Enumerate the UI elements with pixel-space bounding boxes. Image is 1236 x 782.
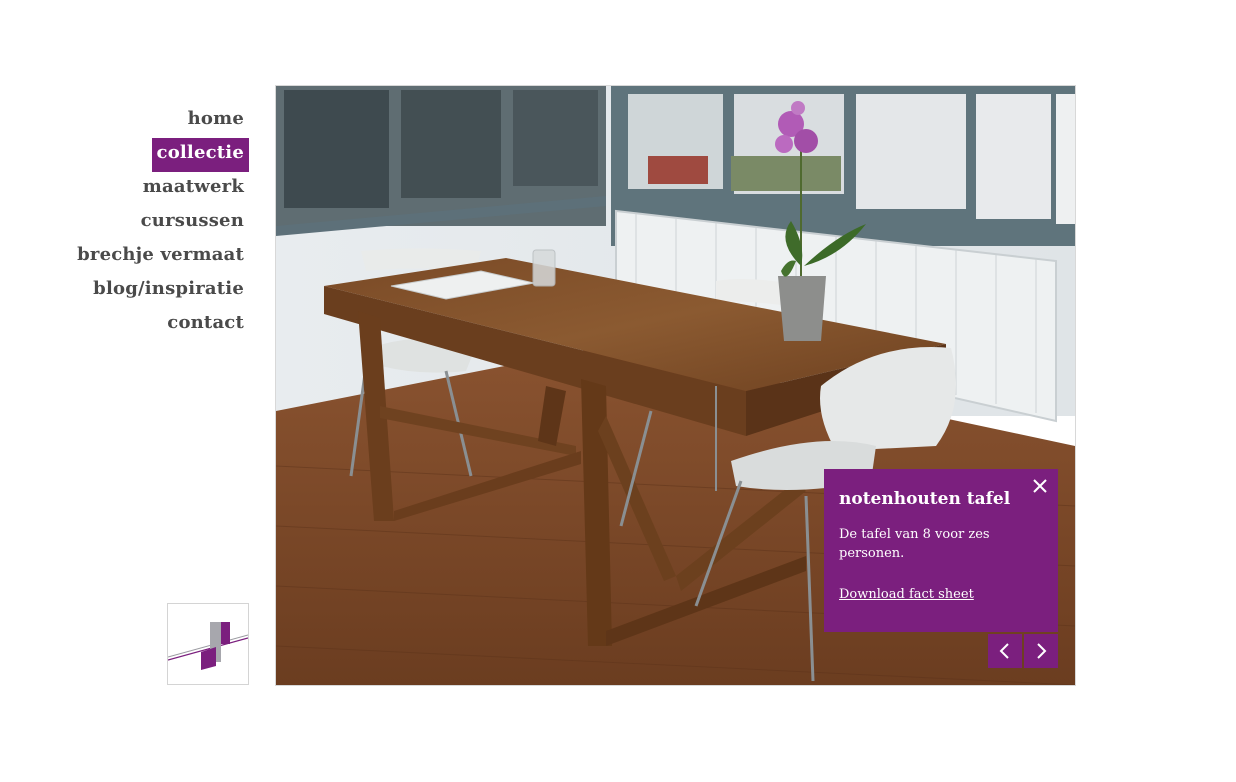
nav-item-contact[interactable]: contact [162,308,249,342]
product-info-panel: notenhouten tafel De tafel van 8 voor ze… [824,469,1058,632]
close-button[interactable] [1030,476,1050,496]
nav-item-brechje-vermaat[interactable]: brechje vermaat [72,240,249,274]
chevron-left-icon [999,643,1009,659]
nav-item-cursussen[interactable]: cursussen [136,206,249,240]
product-title: notenhouten tafel [839,489,1011,509]
previous-button[interactable] [988,634,1022,668]
main-navigation: home collectie maatwerk cursussen brechj… [60,104,249,342]
nav-item-maatwerk[interactable]: maatwerk [138,172,249,206]
nav-item-home[interactable]: home [183,104,249,138]
chevron-right-icon [1037,643,1047,659]
nav-item-collectie[interactable]: collectie [151,138,249,172]
site-logo[interactable] [167,603,249,685]
next-button[interactable] [1024,634,1058,668]
product-description: De tafel van 8 voor zes personen. [839,527,990,561]
close-icon [1033,479,1047,493]
download-fact-sheet-link[interactable]: Download fact sheet [839,587,974,602]
nav-item-blog-inspiratie[interactable]: blog/inspiratie [88,274,249,308]
logo-mark-icon [167,622,249,670]
